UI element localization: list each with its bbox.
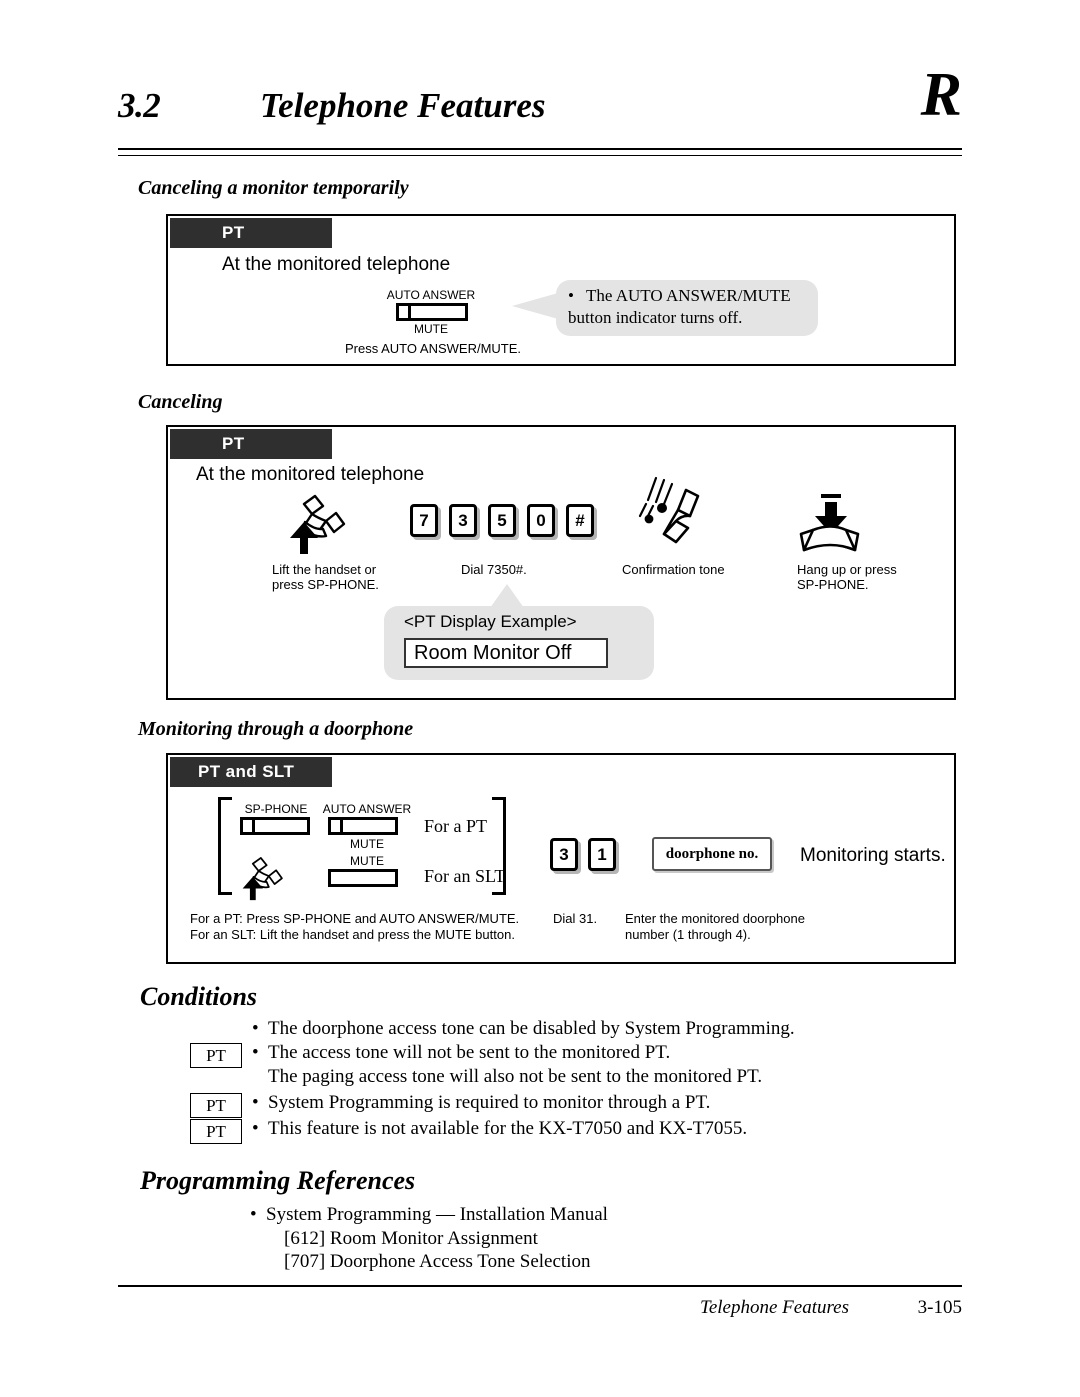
step-label-lift-handset: Lift the handset or press SP-PHONE. [272,562,379,592]
dial-key-7: 7 [410,504,438,537]
step-label-for-a-pt: For a PT: Press SP-PHONE and AUTO ANSWER… [190,911,520,926]
conditions-text-4: This feature is not available for the KX… [268,1118,748,1139]
button-caption-auto-answer-2: AUTO ANSWER [322,802,412,816]
conditions-bullet-1: • [252,1042,259,1063]
conditions-text-2: The paging access tone will also not be … [268,1066,763,1087]
group-bracket-left [218,797,232,895]
doorphone-number-key: doorphone no. [652,837,772,871]
references-item-612: [612] Room Monitor Assignment [284,1228,538,1249]
conditions-text-1: The access tone will not be sent to the … [268,1042,671,1063]
references-item-707: [707] Doorphone Access Tone Selection [284,1251,591,1272]
label-for-an-slt: For an SLT [424,866,506,886]
result-monitoring-starts: Monitoring starts. [800,845,946,866]
sp-phone-button-icon [240,817,310,835]
button-caption-mute-slt: MUTE [350,854,384,868]
hang-up-icon [795,490,867,556]
step-label-enter-doorphone-1: Enter the monitored doorphone [625,911,805,926]
lcd-display: Room Monitor Off [404,638,608,668]
button-caption-mute-2: MUTE [350,837,384,851]
dial-key-hash: # [566,504,594,537]
button-caption-sp-phone: SP-PHONE [244,802,308,816]
lift-handset-icon [282,492,354,558]
step-label-press-auto-answer-mute: Press AUTO ANSWER/MUTE. [345,341,522,356]
footer-divider [118,1285,962,1287]
box-tab-pt: PT [170,218,332,248]
callout-line-1: The AUTO ANSWER/MUTE [586,286,791,305]
button-caption-mute: MUTE [414,322,448,336]
conditions-chip-pt-4: PT [190,1119,242,1144]
dial-key-1-doorphone: 1 [588,838,616,871]
display-callout-tail-icon [490,584,524,608]
callout-tail-icon [512,293,558,319]
step-label-dial-7350: Dial 7350#. [461,562,527,577]
references-main-text: System Programming — Installation Manual [266,1204,608,1225]
box-tab-pt-canceling: PT [170,429,332,459]
footer-title: Telephone Features [700,1297,849,1318]
footer-page-number: 3-105 [917,1297,962,1318]
conditions-bullet-3: • [252,1092,259,1113]
step-label-confirmation-tone: Confirmation tone [622,562,725,577]
callout-line-2: button indicator turns off. [568,308,743,327]
box-tab-pt-and-slt: PT and SLT [170,757,332,787]
document-page: 3.2 Telephone Features R Canceling a mon… [0,0,1080,1397]
page-title: Telephone Features [260,86,546,125]
conditions-text-0: The doorphone access tone can be disable… [268,1018,795,1039]
confirmation-tone-icon [636,472,712,556]
step-label-hang-up: Hang up or press SP-PHONE. [797,562,897,592]
step-label-enter-doorphone-2: number (1 through 4). [625,927,751,942]
corner-letter: R [920,61,962,129]
lift-handset-icon-slt [232,855,294,903]
mute-button-icon [328,869,398,887]
dial-key-5: 5 [488,504,516,537]
subheading-monitoring-doorphone: Monitoring through a doorphone [138,718,414,740]
references-bullet: • [250,1204,257,1225]
step-label-for-an-slt: For an SLT: Lift the handset and press t… [190,927,515,942]
intro-text-monitored-telephone: At the monitored telephone [222,254,451,275]
step-label-dial-31: Dial 31. [553,911,598,926]
subheading-canceling: Canceling [138,391,223,413]
section-number: 3.2 [118,86,161,125]
conditions-chip-pt-1: PT [190,1043,242,1068]
auto-answer-mute-button-icon [328,817,398,835]
label-for-a-pt: For a PT [424,816,487,836]
callout-bullet: • [568,286,574,305]
button-caption-auto-answer: AUTO ANSWER [386,288,476,302]
display-example-title: <PT Display Example> [404,612,577,631]
dial-key-3-doorphone: 3 [550,838,578,871]
conditions-chip-pt-3: PT [190,1093,242,1118]
dial-key-0: 0 [527,504,555,537]
page-header: 3.2 Telephone Features R [118,64,962,148]
section-heading-conditions: Conditions [140,982,258,1011]
conditions-text-3: System Programming is required to monito… [268,1092,711,1113]
section-heading-programming-references: Programming References [140,1166,416,1195]
header-divider [118,148,962,156]
feature-button-icon [396,303,468,321]
dial-key-3: 3 [449,504,477,537]
conditions-bullet-0: • [252,1018,259,1039]
conditions-bullet-4: • [252,1118,259,1139]
intro-text-monitored-telephone-2: At the monitored telephone [196,464,425,485]
subheading-canceling-monitor-temporarily: Canceling a monitor temporarily [138,177,409,199]
